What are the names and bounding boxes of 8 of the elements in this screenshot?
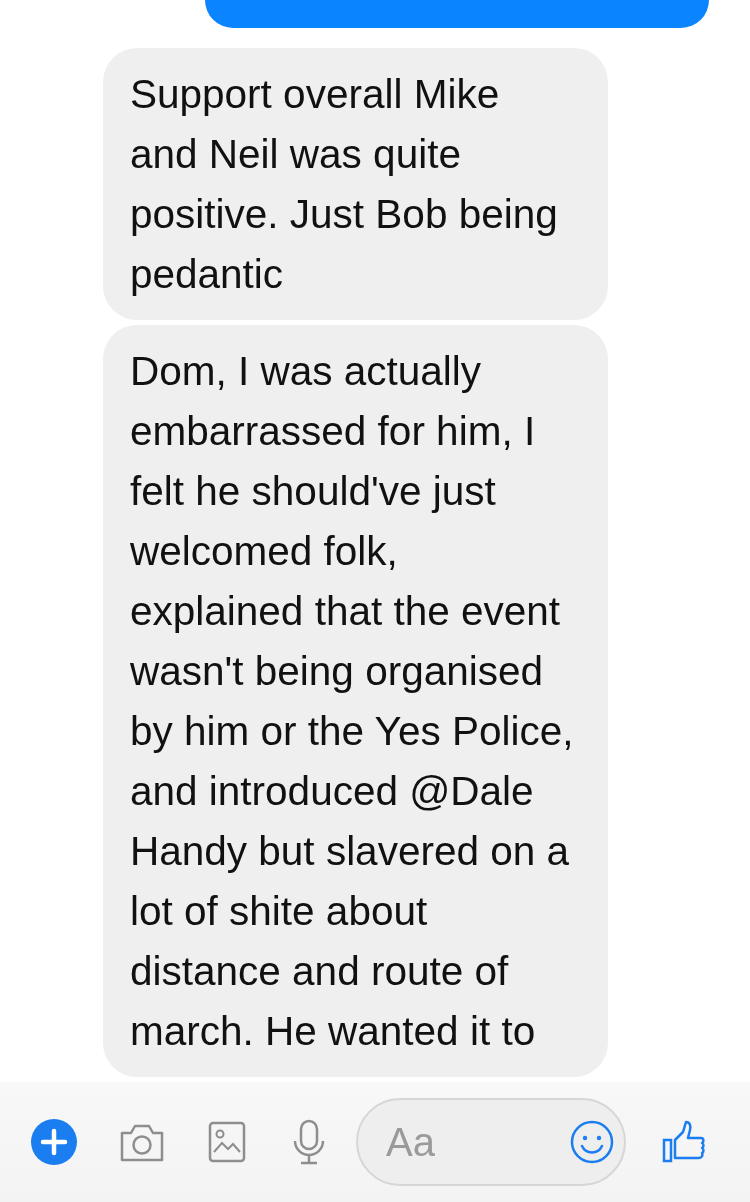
image-icon[interactable] [208,1121,246,1163]
thumbs-up-icon[interactable] [662,1120,706,1164]
emoji-icon[interactable] [570,1120,614,1164]
microphone-icon[interactable] [292,1119,326,1165]
message-bubble: Support overall Mike and Neil was quite positive. Just Bob being pedantic [103,48,608,320]
message-input-field[interactable]: Aa [356,1098,626,1186]
plus-button[interactable] [30,1118,78,1166]
message-bubble: Dom, I was actually embarrassed for him, I felt he should've just welcomed folk, explained that the event wasn't being organised by him or the Yes Police, and introduced @Dale Handy but slavered on a lot of shite about distance and route of march. He wanted it to [103,325,608,1077]
